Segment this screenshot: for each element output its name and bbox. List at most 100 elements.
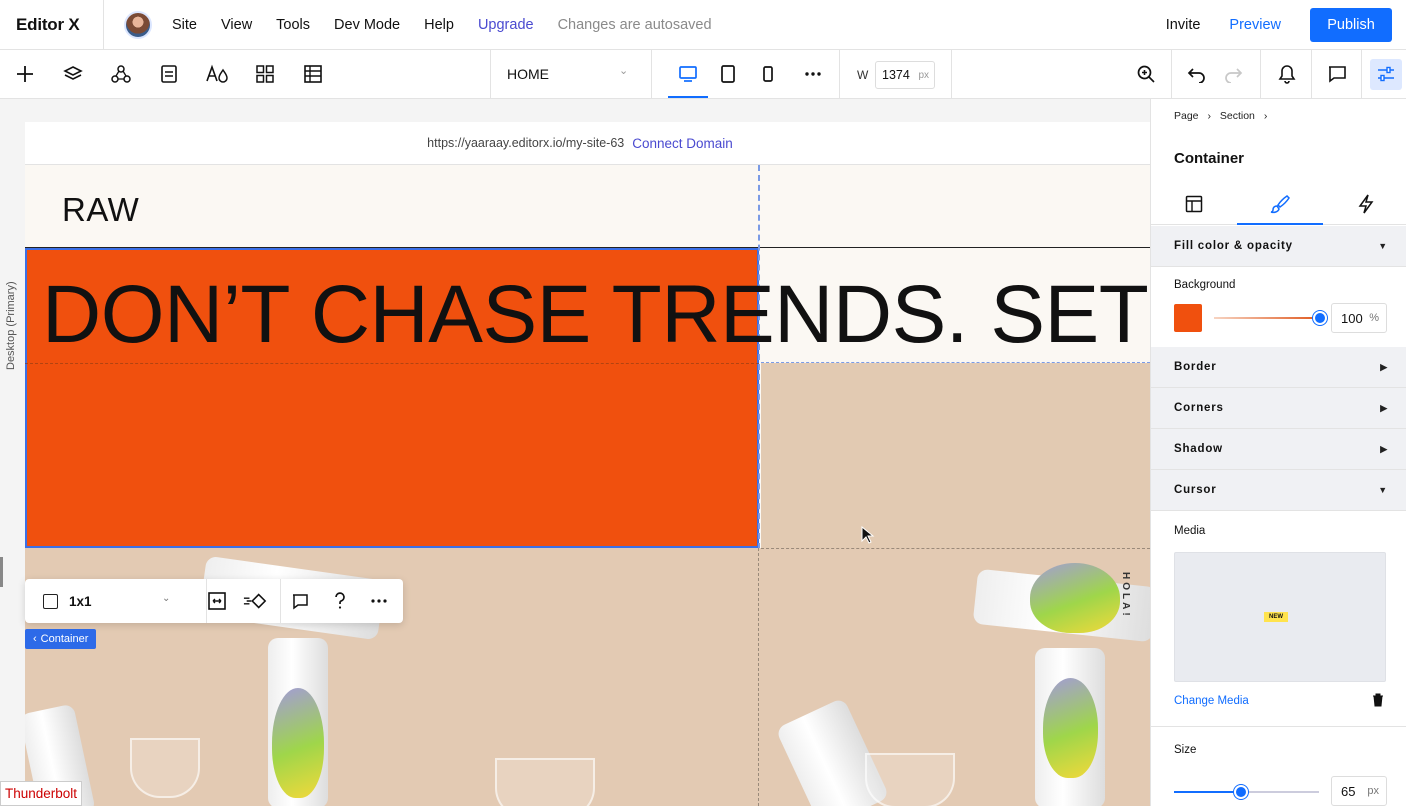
rail-handle[interactable]: [0, 557, 3, 587]
menu-help[interactable]: Help: [424, 17, 454, 33]
more-actions-icon[interactable]: [367, 589, 391, 613]
pear-graphic: [272, 688, 324, 798]
layout-selector[interactable]: 1x1: [69, 594, 92, 609]
selection-breadcrumb-tag[interactable]: ‹ Container: [25, 629, 97, 649]
brand-logo-text[interactable]: RAW: [62, 191, 139, 229]
divider: [1151, 726, 1406, 727]
background-label: Background: [1174, 279, 1236, 291]
panel-tabs: [1151, 183, 1406, 225]
more-breakpoints-icon[interactable]: [801, 50, 825, 98]
opacity-unit: %: [1369, 312, 1379, 324]
section-border-label: Border: [1174, 361, 1217, 373]
section-border[interactable]: Border ▶: [1151, 347, 1406, 388]
grid-guide: [25, 363, 759, 364]
size-input[interactable]: 65 px: [1331, 776, 1387, 806]
tab-design[interactable]: [1237, 183, 1323, 225]
desktop-breakpoint-icon[interactable]: [676, 50, 700, 98]
section-cursor-label: Cursor: [1174, 484, 1217, 496]
grid-guide: [761, 548, 1150, 549]
media-preview[interactable]: NEW: [1174, 552, 1386, 682]
trash-icon[interactable]: [1372, 693, 1384, 707]
chevron-down-icon[interactable]: ⌄: [162, 593, 170, 604]
size-value: 65: [1341, 783, 1356, 799]
background-color-swatch[interactable]: [1174, 304, 1202, 332]
pear-graphic: [1043, 678, 1098, 778]
undo-icon[interactable]: [1185, 50, 1209, 98]
opacity-slider-track[interactable]: [1214, 317, 1319, 319]
section-cursor[interactable]: Cursor ▼: [1151, 470, 1406, 511]
chevron-down-icon[interactable]: ⌄: [619, 64, 628, 77]
menu-tools[interactable]: Tools: [276, 17, 310, 33]
upgrade-link[interactable]: Upgrade: [478, 17, 534, 33]
theme-icon[interactable]: [204, 50, 230, 98]
menu-site[interactable]: Site: [172, 17, 197, 33]
preview-button[interactable]: Preview: [1229, 17, 1281, 33]
breadcrumb-section[interactable]: Section: [1220, 110, 1255, 122]
caret-right-icon: ▶: [1380, 443, 1388, 454]
active-tab-indicator: [1237, 223, 1323, 225]
glass-image: [865, 753, 955, 806]
section-corners[interactable]: Corners ▶: [1151, 388, 1406, 429]
redo-icon[interactable]: [1221, 50, 1245, 98]
caret-down-icon: ▼: [1378, 241, 1388, 251]
opacity-slider-thumb[interactable]: [1313, 311, 1327, 325]
section-shadow[interactable]: Shadow ▶: [1151, 429, 1406, 470]
notifications-bell-icon[interactable]: [1275, 50, 1299, 98]
site-url-bar: https://yaaraay.editorx.io/my-site-63 Co…: [25, 122, 1150, 165]
panel-title: Container: [1174, 150, 1245, 167]
opacity-input[interactable]: 100 %: [1331, 303, 1387, 333]
editor-x-logo[interactable]: Editor X: [0, 0, 104, 50]
layers-icon[interactable]: [60, 50, 86, 98]
site-canvas[interactable]: https://yaaraay.editorx.io/my-site-63 Co…: [25, 122, 1150, 806]
can-label-text: HOLA!: [1120, 572, 1131, 619]
container-context-toolbar: 1x1 ⌄: [25, 579, 403, 623]
connections-icon[interactable]: [108, 50, 134, 98]
help-icon[interactable]: [328, 589, 352, 613]
width-input[interactable]: 1374 px: [875, 61, 935, 89]
invite-button[interactable]: Invite: [1166, 17, 1201, 33]
pages-icon[interactable]: [156, 50, 182, 98]
mouse-cursor-icon: [861, 526, 875, 544]
page-selector[interactable]: HOME: [507, 66, 549, 82]
header-section[interactable]: RAW: [25, 165, 1150, 248]
pear-graphic: [1030, 563, 1120, 633]
menu-view[interactable]: View: [221, 17, 252, 33]
cms-table-icon[interactable]: [300, 50, 326, 98]
breakpoint-rail: Desktop (Primary): [0, 99, 22, 806]
caret-right-icon: ▶: [1380, 361, 1388, 372]
animation-icon[interactable]: [243, 589, 267, 613]
caret-down-icon: ▼: [1378, 485, 1388, 495]
glass-image: [495, 758, 595, 806]
inspector-panel: Page › Section › Container Fill color & …: [1150, 99, 1406, 806]
user-avatar[interactable]: [124, 10, 152, 39]
autosave-status: Changes are autosaved: [557, 16, 712, 33]
section-corners-label: Corners: [1174, 402, 1224, 414]
mobile-breakpoint-icon[interactable]: [756, 50, 780, 98]
add-icon[interactable]: [12, 50, 38, 98]
main-menu: Site View Tools Dev Mode Help Upgrade: [172, 17, 558, 33]
zoom-icon[interactable]: [1134, 50, 1158, 98]
tab-layout[interactable]: [1151, 183, 1237, 225]
opacity-value: 100: [1341, 310, 1363, 326]
publish-button[interactable]: Publish: [1310, 8, 1392, 42]
stretch-icon[interactable]: [205, 589, 229, 613]
section-shadow-label: Shadow: [1174, 443, 1223, 455]
tablet-breakpoint-icon[interactable]: [716, 50, 740, 98]
comment-icon[interactable]: [288, 589, 312, 613]
width-unit: px: [918, 69, 929, 81]
layout-square-icon[interactable]: [43, 594, 58, 609]
image-container-right[interactable]: [761, 363, 1150, 548]
new-badge: NEW: [1264, 612, 1288, 622]
size-slider-thumb[interactable]: [1234, 785, 1248, 799]
breadcrumb-page[interactable]: Page: [1174, 110, 1199, 122]
chevron-left-icon: ‹: [33, 633, 37, 645]
tab-interactions[interactable]: [1323, 183, 1406, 225]
section-fill-color[interactable]: Fill color & opacity ▼: [1151, 226, 1406, 267]
change-media-link[interactable]: Change Media: [1174, 695, 1249, 707]
sliders-icon[interactable]: [1374, 50, 1398, 98]
comments-icon[interactable]: [1325, 50, 1349, 98]
connect-domain-link[interactable]: Connect Domain: [632, 136, 733, 151]
menu-dev-mode[interactable]: Dev Mode: [334, 17, 400, 33]
hero-headline[interactable]: DON’T CHASE TRENDS. SET T: [42, 274, 1150, 356]
apps-icon[interactable]: [252, 50, 278, 98]
